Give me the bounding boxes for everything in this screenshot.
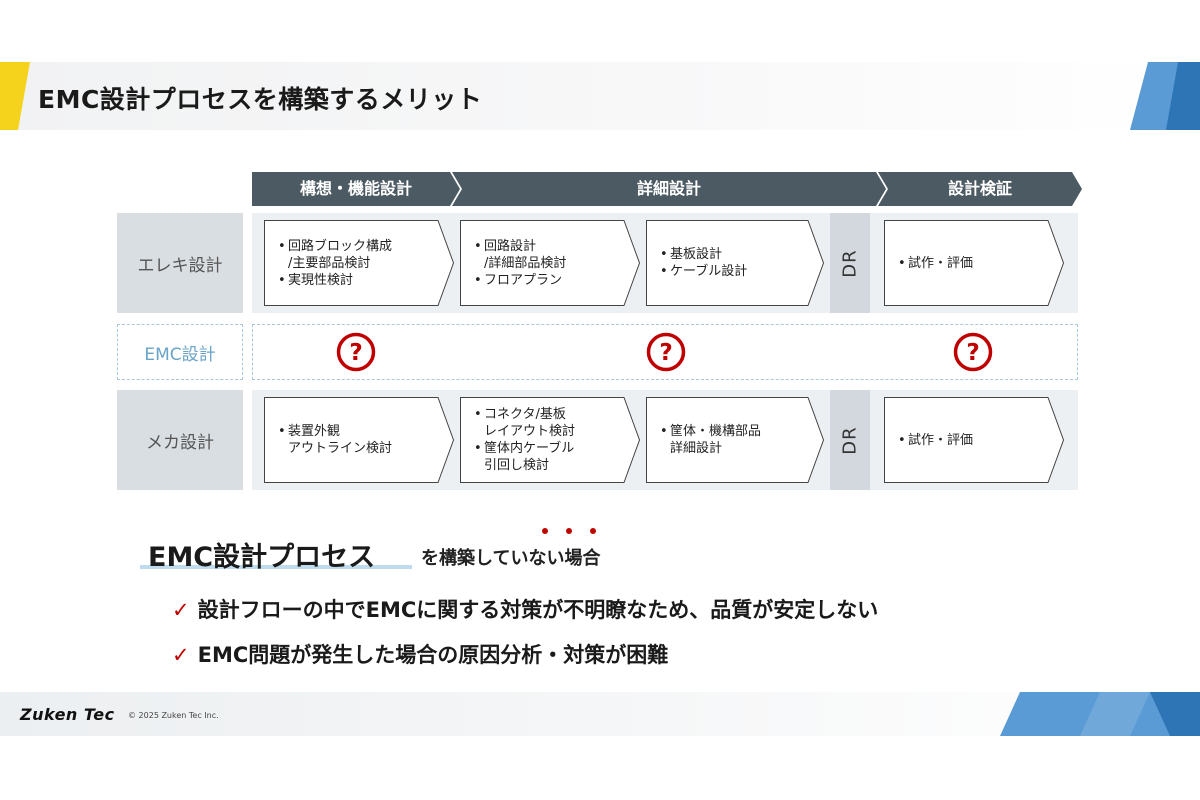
footer-corner-decoration: [1000, 692, 1200, 736]
mech-item-prototype-eval: 試作・評価: [898, 432, 973, 449]
phase-verification: 設計検証: [878, 172, 1082, 206]
phase-detail-label: 詳細設計: [636, 179, 701, 198]
question-icon-verification: ?: [953, 332, 993, 372]
elec-box-prototype: 試作・評価: [884, 220, 1064, 306]
mech-box-enclosure: 筐体・機構部品詳細設計: [646, 397, 824, 483]
check-icon: ✓: [172, 598, 190, 622]
title-accent-stripe: [0, 62, 30, 130]
phase-detail: 詳細設計: [452, 172, 886, 206]
elec-item-circuit-design: 回路設計/詳細部品検討: [474, 238, 566, 272]
svg-text:?: ?: [349, 340, 362, 366]
mech-item-cable-routing: 筐体内ケーブル引回し検討: [474, 440, 575, 474]
row-label-elec: エレキ設計: [117, 213, 243, 313]
row-label-mech: メカ設計: [117, 390, 243, 490]
elec-item-feasibility: 実現性検討: [278, 272, 392, 289]
mech-item-appearance: 装置外観アウトライン検討: [278, 423, 392, 457]
copyright: © 2025 Zuken Tec Inc.: [128, 711, 219, 720]
question-icon-concept: ?: [336, 332, 376, 372]
svg-text:?: ?: [659, 340, 672, 366]
elec-item-board-design: 基板設計: [660, 246, 747, 263]
svg-text:?: ?: [966, 340, 979, 366]
mech-box-concept: 装置外観アウトライン検討: [264, 397, 454, 483]
mech-box-layout: コネクタ/基板レイアウト検討 筐体内ケーブル引回し検討: [460, 397, 640, 483]
mech-design-review: DR: [830, 390, 870, 490]
emphasis-dot: [566, 528, 572, 534]
elec-box-concept: 回路ブロック構成/主要部品検討 実現性検討: [264, 220, 454, 306]
phase-verification-label: 設計検証: [947, 179, 1012, 198]
elec-design-review: DR: [830, 213, 870, 313]
row-label-emc: EMC設計: [117, 324, 243, 380]
elec-item-floorplan: フロアプラン: [474, 272, 566, 289]
elec-item-circuit-block: 回路ブロック構成/主要部品検討: [278, 238, 392, 272]
phase-concept: 構想・機能設計: [252, 172, 460, 206]
elec-box-circuit: 回路設計/詳細部品検討 フロアプラン: [460, 220, 640, 306]
mech-box-prototype: 試作・評価: [884, 397, 1064, 483]
emphasis-dot: [590, 528, 596, 534]
bullet-quality: ✓ 設計フローの中でEMCに関する対策が不明瞭なため、品質が安定しない: [172, 598, 879, 622]
emphasis-dot: [542, 528, 548, 534]
elec-box-board: 基板設計 ケーブル設計: [646, 220, 824, 306]
phase-concept-label: 構想・機能設計: [299, 179, 412, 198]
question-icon-detail: ?: [646, 332, 686, 372]
subtitle-main: EMC設計プロセス: [148, 542, 376, 573]
title-corner-decoration: [1130, 62, 1200, 130]
mech-item-enclosure-design: 筐体・機構部品詳細設計: [660, 423, 761, 457]
page-title: EMC設計プロセスを構築するメリット: [38, 85, 483, 114]
elec-item-prototype-eval: 試作・評価: [898, 255, 973, 272]
subtitle-rest: を構築していない場合: [421, 548, 601, 569]
company-logo: Zuken Tec: [20, 705, 115, 724]
elec-item-cable-design: ケーブル設計: [660, 263, 747, 280]
mech-item-connector-layout: コネクタ/基板レイアウト検討: [474, 406, 575, 440]
bullet-analysis: ✓ EMC問題が発生した場合の原因分析・対策が困難: [172, 643, 669, 667]
check-icon: ✓: [172, 643, 190, 667]
